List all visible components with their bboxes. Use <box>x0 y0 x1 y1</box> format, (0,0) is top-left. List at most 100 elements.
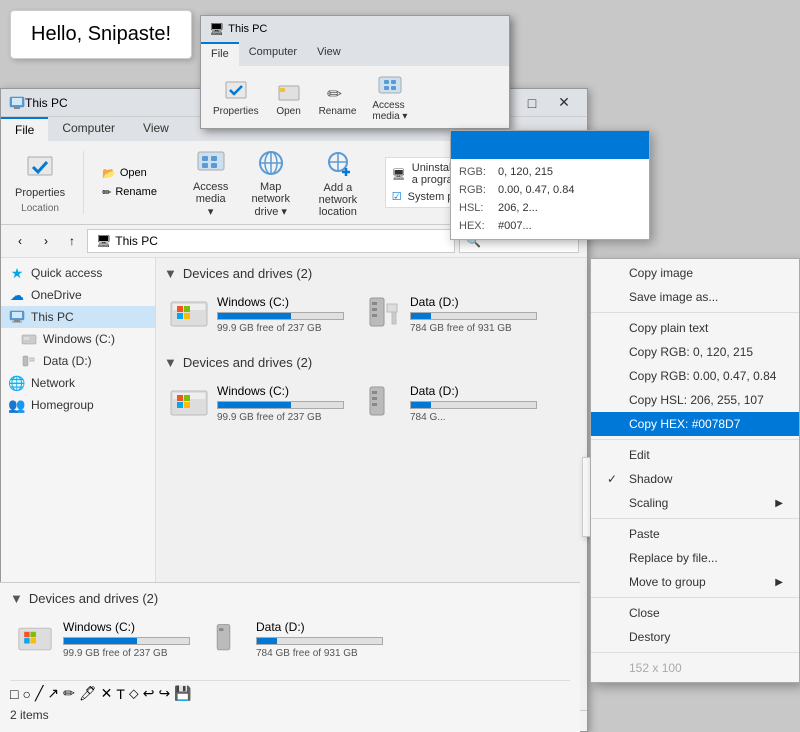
onedrive-icon: ☁ <box>9 287 25 303</box>
mini-open-btn[interactable]: Open <box>271 76 307 119</box>
map-network-btn[interactable]: Map networkdrive ▾ <box>242 145 299 220</box>
mini-properties-btn[interactable]: Properties <box>209 76 263 119</box>
add-network-btn[interactable]: Add a networklocation <box>307 146 369 220</box>
bottom-data-space: 784 GB free of 931 GB <box>256 648 383 659</box>
bottom-status-text: 2 items <box>10 708 49 722</box>
open-btn[interactable]: 📂 Open <box>96 165 163 182</box>
toolbar-redo-icon[interactable]: ↪ <box>158 685 170 702</box>
tab-file[interactable]: File <box>1 117 48 141</box>
snipaste-greeting: Hello, Snipaste! <box>10 10 192 59</box>
mini-properties-label: Properties <box>213 106 259 117</box>
mini-rename-btn[interactable]: ✏ Rename <box>315 76 361 119</box>
menu-destory[interactable]: Destory <box>591 625 799 649</box>
devices-chevron-top[interactable]: ▼ <box>164 266 177 281</box>
sidebar-item-onedrive[interactable]: ☁ OneDrive <box>1 284 155 306</box>
bottom-chevron[interactable]: ▼ <box>10 591 23 606</box>
rename-label: Rename <box>115 186 157 198</box>
menu-save-image[interactable]: Save image as... <box>591 285 799 309</box>
rename-btn[interactable]: ✏ Rename <box>96 184 163 201</box>
windows-c-info-2: Windows (C:) 99.9 GB free of 237 GB <box>217 384 344 423</box>
menu-copy-plain[interactable]: Copy plain text <box>591 316 799 340</box>
sidebar-item-homegroup[interactable]: 👥 Homegroup <box>1 394 155 416</box>
drive-item-data-d[interactable]: Data (D:) 784 GB free of 931 GB <box>357 289 542 339</box>
menu-dimensions: 152 x 100 <box>591 656 799 680</box>
bottom-drive-data-d[interactable]: Data (D:) 784 GB free of 931 GB <box>203 614 388 664</box>
rgb-label-2: RGB: <box>459 181 494 199</box>
data-d-drive-icon <box>362 294 402 334</box>
properties-btn[interactable]: Properties <box>9 151 71 201</box>
menu-shadow[interactable]: ✓ Shadow <box>591 467 799 491</box>
mini-tab-view[interactable]: View <box>307 42 351 66</box>
separator-2 <box>591 439 799 440</box>
drive-item-data-d-2[interactable]: Data (D:) 784 G... <box>357 378 542 428</box>
windows-c-space-2: 99.9 GB free of 237 GB <box>217 412 344 423</box>
menu-paste[interactable]: Paste <box>591 522 799 546</box>
toolbar-pen-icon[interactable]: ✏ <box>63 685 75 702</box>
close-button[interactable]: ✕ <box>549 93 579 113</box>
drive-item-windows-c-2[interactable]: Windows (C:) 99.9 GB free of 237 GB <box>164 378 349 428</box>
sidebar-item-quick-access[interactable]: ★ Quick access <box>1 262 155 284</box>
rgb-row-1: RGB: 0, 120, 215 <box>459 163 641 181</box>
address-path[interactable]: 🖥 This PC <box>87 229 455 253</box>
toolbar-arrow-icon[interactable]: ↗ <box>47 685 59 702</box>
menu-copy-hsl[interactable]: Copy HSL: 206, 255, 107 <box>591 388 799 412</box>
ribbon-group-open-rename: 📂 Open ✏ Rename <box>96 153 175 213</box>
data-d-bar-fill <box>411 313 431 319</box>
tab-computer[interactable]: Computer <box>48 117 129 141</box>
drive-item-windows-c[interactable]: Windows (C:) 99.9 GB free of 237 GB <box>164 289 349 339</box>
mini-tab-computer[interactable]: Computer <box>239 42 307 66</box>
dim-label: 152 x 100 <box>629 661 682 675</box>
windows-c-bar-bg-2 <box>217 401 344 409</box>
toolbar-marker-icon[interactable]: 🖊 <box>79 685 97 702</box>
sidebar-item-data-d[interactable]: Data (D:) <box>1 350 155 372</box>
back-button[interactable]: ‹ <box>9 230 31 252</box>
menu-close[interactable]: Close <box>591 601 799 625</box>
forward-button[interactable]: › <box>35 230 57 252</box>
sidebar-item-windows-c[interactable]: Windows (C:) <box>1 328 155 350</box>
toolbar-eraser-icon[interactable]: ⬦ <box>129 685 139 702</box>
devices-title-2: Devices and drives (2) <box>183 355 312 370</box>
up-button[interactable]: ↑ <box>61 230 83 252</box>
data-d-bar-bg-2 <box>410 401 537 409</box>
menu-move-group[interactable]: Move to group ▶ <box>591 570 799 594</box>
sidebar-label-homegroup: Homegroup <box>31 398 94 412</box>
mini-access-label: Accessmedia ▾ <box>372 100 407 122</box>
data-d-name: Data (D:) <box>410 295 537 309</box>
access-media-btn[interactable]: Accessmedia ▾ <box>187 145 234 220</box>
toolbar-undo-icon[interactable]: ↩ <box>143 685 155 702</box>
menu-copy-rgb2[interactable]: Copy RGB: 0.00, 0.47, 0.84 <box>591 364 799 388</box>
mini-access-btn[interactable]: Accessmedia ▾ <box>368 70 411 124</box>
bottom-section-title: Devices and drives (2) <box>29 591 158 606</box>
bottom-win-bar <box>63 637 190 645</box>
devices-section-header-top: ▼ Devices and drives (2) <box>164 266 579 281</box>
menu-copy-image[interactable]: Copy image <box>591 261 799 285</box>
menu-edit[interactable]: Edit <box>591 443 799 467</box>
menu-replace[interactable]: Replace by file... <box>591 546 799 570</box>
tab-view[interactable]: View <box>129 117 183 141</box>
mini-ribbon-tabs: File Computer View <box>201 42 509 66</box>
hsl-label: HSL: <box>459 199 494 217</box>
sidebar-label-windows-c: Windows (C:) <box>43 332 115 346</box>
toolbar-x-icon[interactable]: ✕ <box>101 685 113 702</box>
data-d-name-2: Data (D:) <box>410 384 537 398</box>
rename-icon: ✏ <box>102 186 111 199</box>
properties-label: Properties <box>15 187 65 199</box>
sidebar-item-this-pc[interactable]: This PC <box>1 306 155 328</box>
toolbar-text-icon[interactable]: T <box>116 686 125 702</box>
bottom-data-name: Data (D:) <box>256 620 383 634</box>
devices-chevron-2[interactable]: ▼ <box>164 355 177 370</box>
maximize-button[interactable]: □ <box>517 93 547 113</box>
sidebar-item-network[interactable]: 🌐 Network <box>1 372 155 394</box>
toolbar-line-icon[interactable]: ╱ <box>35 685 43 702</box>
menu-scaling[interactable]: Scaling ▶ <box>591 491 799 515</box>
data-d-space: 784 GB free of 931 GB <box>410 323 537 334</box>
toolbar-rect-icon[interactable]: □ <box>10 686 18 702</box>
menu-copy-rgb1[interactable]: Copy RGB: 0, 120, 215 <box>591 340 799 364</box>
toolbar-save-icon[interactable]: 💾 <box>174 685 191 702</box>
bottom-drive-windows-c[interactable]: Windows (C:) 99.9 GB free of 237 GB <box>10 614 195 664</box>
paste-label: Paste <box>629 527 660 541</box>
menu-copy-hex[interactable]: Copy HEX: #0078D7 <box>591 412 799 436</box>
mini-tab-file[interactable]: File <box>201 42 239 66</box>
bottom-devices-panel: ▼ Devices and drives (2) Windows (C:) <box>0 582 580 732</box>
toolbar-ellipse-icon[interactable]: ○ <box>22 686 30 702</box>
